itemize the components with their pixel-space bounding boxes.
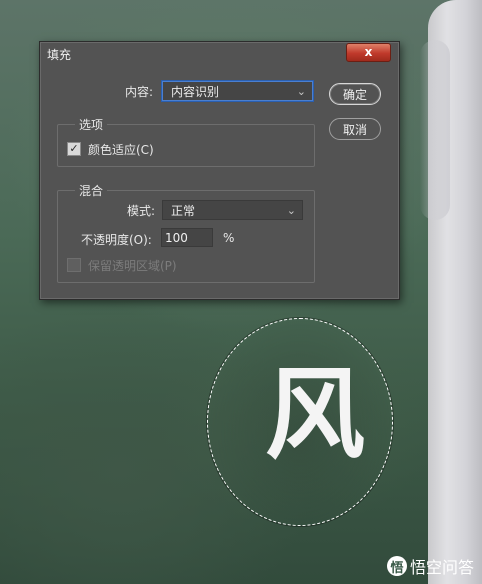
color-adapt-label: 颜色适应(C) (88, 143, 154, 157)
preserve-transparency-label: 保留透明区域(P) (88, 259, 177, 273)
close-icon: x (364, 45, 373, 59)
cancel-button[interactable]: 取消 (329, 118, 381, 140)
fill-dialog: 填充 x 内容: 内容识别 ⌄ 确定 取消 选项 ✓ 颜色适应(C) 混合 模式… (39, 41, 400, 300)
options-group-title: 选项 (75, 116, 108, 133)
chevron-down-icon: ⌄ (286, 204, 296, 217)
watermark-text: 悟空问答 (409, 558, 474, 577)
background-photo-figure (420, 0, 482, 584)
selected-character: 风 (265, 356, 365, 473)
mode-select-value: 正常 (171, 204, 196, 218)
preserve-transparency-checkbox[interactable] (67, 258, 81, 272)
watermark: 悟 悟空问答 (386, 554, 474, 578)
color-adapt-checkbox[interactable]: ✓ (67, 142, 81, 156)
ok-button[interactable]: 确定 (329, 83, 381, 105)
dialog-title: 填充 (47, 47, 72, 62)
mode-select[interactable]: 正常 ⌄ (162, 200, 303, 220)
blend-group-title: 混合 (75, 182, 108, 199)
content-select-value: 内容识别 (171, 85, 220, 99)
watermark-logo-icon: 悟 (386, 556, 407, 576)
mode-label: 模式: (127, 204, 156, 218)
check-icon: ✓ (69, 142, 79, 155)
content-select[interactable]: 内容识别 ⌄ (162, 81, 313, 101)
opacity-input[interactable]: 100 (161, 228, 213, 247)
content-label: 内容: (125, 85, 154, 99)
opacity-unit: % (223, 231, 235, 245)
close-button[interactable]: x (346, 43, 391, 62)
opacity-label: 不透明度(O): (81, 233, 152, 247)
chevron-down-icon: ⌄ (296, 85, 306, 98)
